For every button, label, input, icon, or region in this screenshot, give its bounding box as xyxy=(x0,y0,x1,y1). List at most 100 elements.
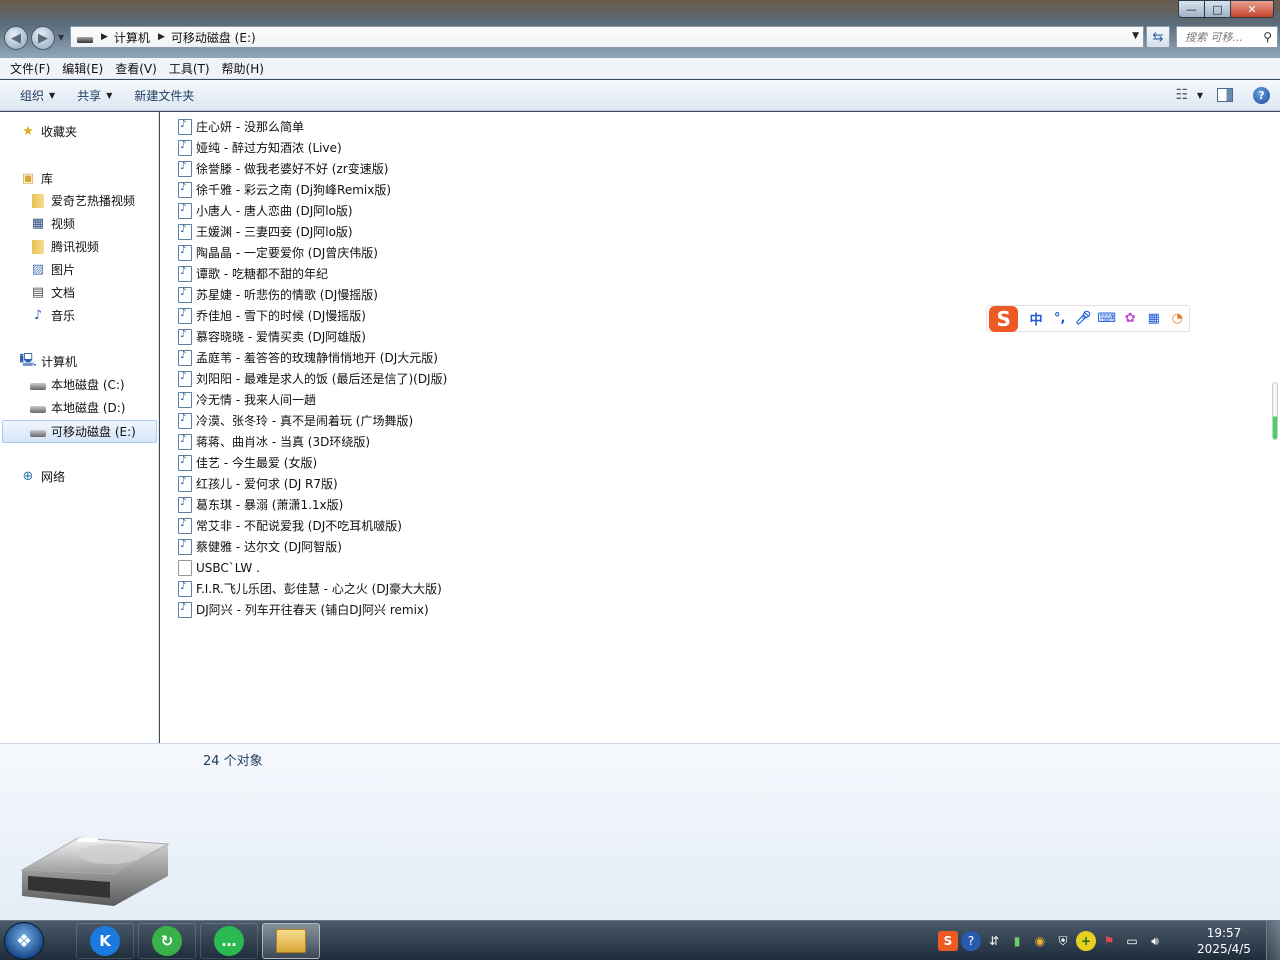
add-tray-icon[interactable]: + xyxy=(1076,931,1096,951)
nav-item-videos[interactable]: ▦ 视频 xyxy=(30,213,75,234)
keyboard-icon[interactable]: ⌨ xyxy=(1095,309,1119,329)
ime-language-toggle[interactable]: 中 xyxy=(1024,309,1048,329)
close-button[interactable]: ✕ xyxy=(1230,0,1274,18)
sogou-logo-icon[interactable]: S xyxy=(989,305,1019,332)
nav-item-documents[interactable]: ▤ 文档 xyxy=(30,282,75,303)
nav-drive-e[interactable]: 可移动磁盘 (E:) xyxy=(30,421,136,442)
back-button[interactable]: ◀ xyxy=(4,26,28,50)
menu-edit[interactable]: 编辑(E) xyxy=(56,60,109,77)
file-item[interactable]: F.I.R.飞儿乐团、彭佳慧 - 心之火 (DJ豪大大版) xyxy=(178,578,442,599)
file-item[interactable]: 徐誉滕 - 做我老婆好不好 (zr变速版) xyxy=(178,158,388,179)
file-item[interactable]: 佳艺 - 今生最爱 (女版) xyxy=(178,452,317,473)
nav-item-tencent-video[interactable]: 腾讯视频 xyxy=(30,236,99,257)
chevron-right-icon[interactable]: ▶ xyxy=(101,32,108,42)
side-indicator[interactable] xyxy=(1272,382,1278,440)
file-item[interactable]: 庄心妍 - 没那么简单 xyxy=(178,116,304,137)
file-item[interactable]: 娅纯 - 醉过方知酒浓 (Live) xyxy=(178,137,342,158)
new-folder-button[interactable]: 新建文件夹 xyxy=(126,87,202,104)
mascot-icon[interactable]: ◔ xyxy=(1165,309,1189,329)
taskbar-app-green[interactable]: ↻ xyxy=(138,923,196,959)
nav-network[interactable]: ⊕ 网络 xyxy=(20,466,65,487)
menu-tools[interactable]: 工具(T) xyxy=(163,60,216,77)
search-icon[interactable]: ⚲ xyxy=(1263,30,1272,44)
file-item[interactable]: 慕容晓晓 - 爱情买卖 (DJ阿雄版) xyxy=(178,326,366,347)
folder-icon xyxy=(30,193,46,209)
view-options-icon[interactable]: ☷ xyxy=(1173,86,1191,104)
file-item[interactable]: 葛东琪 - 暴溺 (萧潇1.1x版) xyxy=(178,494,343,515)
file-item[interactable]: 常艾非 - 不配说爱我 (DJ不吃耳机啵版) xyxy=(178,515,402,536)
help-icon[interactable]: ? xyxy=(1253,86,1270,104)
minimize-button[interactable]: — xyxy=(1178,0,1204,18)
file-item[interactable]: 谭歌 - 吃糖都不甜的年纪 xyxy=(178,263,328,284)
volume-icon[interactable]: 🔊︎ xyxy=(1145,931,1165,951)
removable-drive-large-icon xyxy=(20,837,170,906)
menu-file[interactable]: 文件(F) xyxy=(4,60,56,77)
breadcrumb-removable-disk[interactable]: 可移动磁盘 (E:) xyxy=(171,29,256,46)
taskbar-explorer[interactable] xyxy=(262,923,320,959)
maximize-button[interactable]: □ xyxy=(1204,0,1230,18)
help-tray-icon[interactable]: ? xyxy=(961,931,981,951)
nav-computer[interactable]: 🖳 计算机 xyxy=(19,351,77,372)
view-controls: ☷ ▼ ? xyxy=(1173,86,1270,104)
file-item[interactable]: 王媛渊 - 三妻四妾 (DJ阿lo版) xyxy=(178,221,353,242)
show-desktop-button[interactable] xyxy=(1266,921,1280,960)
taskbar-kugou[interactable]: K xyxy=(76,923,134,959)
forward-button[interactable]: ▶ xyxy=(31,26,55,50)
nav-favorites[interactable]: ★ 收藏夹 xyxy=(20,121,77,142)
clock[interactable]: 19:57 2025/4/5 xyxy=(1196,925,1252,957)
file-item[interactable]: 孟庭苇 - 羞答答的玫瑰静悄悄地开 (DJ大元版) xyxy=(178,347,438,368)
microphone-icon[interactable]: 🎤︎ xyxy=(1071,309,1095,329)
audio-file-icon xyxy=(178,307,192,324)
nav-drive-c[interactable]: 本地磁盘 (C:) xyxy=(30,374,125,395)
menu-view[interactable]: 查看(V) xyxy=(109,60,163,77)
file-item[interactable]: 陶晶晶 - 一定要爱你 (DJ曾庆伟版) xyxy=(178,242,378,263)
menu-help[interactable]: 帮助(H) xyxy=(216,60,270,77)
breadcrumb-computer[interactable]: 计算机 xyxy=(114,29,150,46)
audio-file-icon xyxy=(178,580,192,597)
arrow-left-icon: ◀ xyxy=(11,30,21,46)
nav-item-music[interactable]: ♪ 音乐 xyxy=(30,305,75,326)
nav-drive-d[interactable]: 本地磁盘 (D:) xyxy=(30,397,125,418)
refresh-button[interactable]: ⇆ xyxy=(1146,26,1170,48)
preview-pane-icon[interactable] xyxy=(1217,88,1233,102)
browser-tray-icon[interactable]: ◉ xyxy=(1030,931,1050,951)
nav-libraries[interactable]: ▣ 库 xyxy=(20,168,53,189)
taskbar-wechat[interactable]: … xyxy=(200,923,258,959)
chevron-down-icon[interactable]: ▼ xyxy=(1197,91,1203,100)
organize-button[interactable]: 组织 ▼ xyxy=(12,87,63,104)
share-button[interactable]: 共享 ▼ xyxy=(69,87,120,104)
file-item[interactable]: 刘阳阳 - 最难是求人的饭 (最后还是信了)(DJ版) xyxy=(178,368,447,389)
file-item[interactable]: 蒋蒋、曲肖冰 - 当真 (3D环绕版) xyxy=(178,431,370,452)
taskbar: ❖ K ↻ … S ? ⇵ ▮ ◉ ⛨ + ⚑ ▭ 🔊︎ 19:57 2025/… xyxy=(0,920,1280,960)
flag-tray-icon[interactable]: ⚑ xyxy=(1099,931,1119,951)
start-button[interactable]: ❖ xyxy=(4,922,44,960)
file-item[interactable]: 冷无情 - 我来人间一趟 xyxy=(178,389,316,410)
search-box[interactable]: ⚲ xyxy=(1176,26,1278,48)
file-item[interactable]: USBC`LW . xyxy=(178,557,260,578)
file-item[interactable]: 小唐人 - 唐人恋曲 (DJ阿lo版) xyxy=(178,200,353,221)
battery-icon[interactable]: ▮ xyxy=(1007,931,1027,951)
file-item[interactable]: 苏星婕 - 听悲伤的情歌 (DJ慢摇版) xyxy=(178,284,378,305)
recent-pages-dropdown[interactable]: ▼ xyxy=(58,33,64,42)
file-item[interactable]: 冷漠、张冬玲 - 真不是闹着玩 (广场舞版) xyxy=(178,410,413,431)
file-name: 冷无情 - 我来人间一趟 xyxy=(196,393,316,407)
usb-tray-icon[interactable]: ⇵ xyxy=(984,931,1004,951)
file-item[interactable]: 蔡健雅 - 达尔文 (DJ阿智版) xyxy=(178,536,342,557)
search-input[interactable] xyxy=(1185,30,1261,44)
sogou-tray-icon[interactable]: S xyxy=(938,931,958,951)
network-tray-icon[interactable]: ▭ xyxy=(1122,931,1142,951)
file-item[interactable]: 乔佳旭 - 雪下的时候 (DJ慢摇版) xyxy=(178,305,366,326)
file-item[interactable]: DJ阿兴 - 列车开往春天 (铺白DJ阿兴 remix) xyxy=(178,599,429,620)
skin-icon[interactable]: ✿ xyxy=(1118,309,1142,329)
ime-toolbar[interactable]: S 中 °, 🎤︎ ⌨ ✿ ▦ ◔ xyxy=(986,305,1190,332)
file-item[interactable]: 红孩儿 - 爱何求 (DJ R7版) xyxy=(178,473,338,494)
security-tray-icon[interactable]: ⛨ xyxy=(1053,931,1073,951)
file-item[interactable]: 徐千雅 - 彩云之南 (Dj狗峰Remix版) xyxy=(178,179,391,200)
chevron-right-icon[interactable]: ▶ xyxy=(158,32,165,42)
nav-item-pictures[interactable]: ▨ 图片 xyxy=(30,259,75,280)
nav-item-iqiyi[interactable]: 爱奇艺热播视频 xyxy=(30,190,135,211)
chevron-down-icon[interactable]: ▼ xyxy=(1132,31,1139,41)
toolbox-icon[interactable]: ▦ xyxy=(1142,309,1166,329)
ime-punctuation-toggle[interactable]: °, xyxy=(1048,309,1072,329)
address-bar[interactable]: ▶ 计算机 ▶ 可移动磁盘 (E:) ▼ xyxy=(70,26,1144,48)
